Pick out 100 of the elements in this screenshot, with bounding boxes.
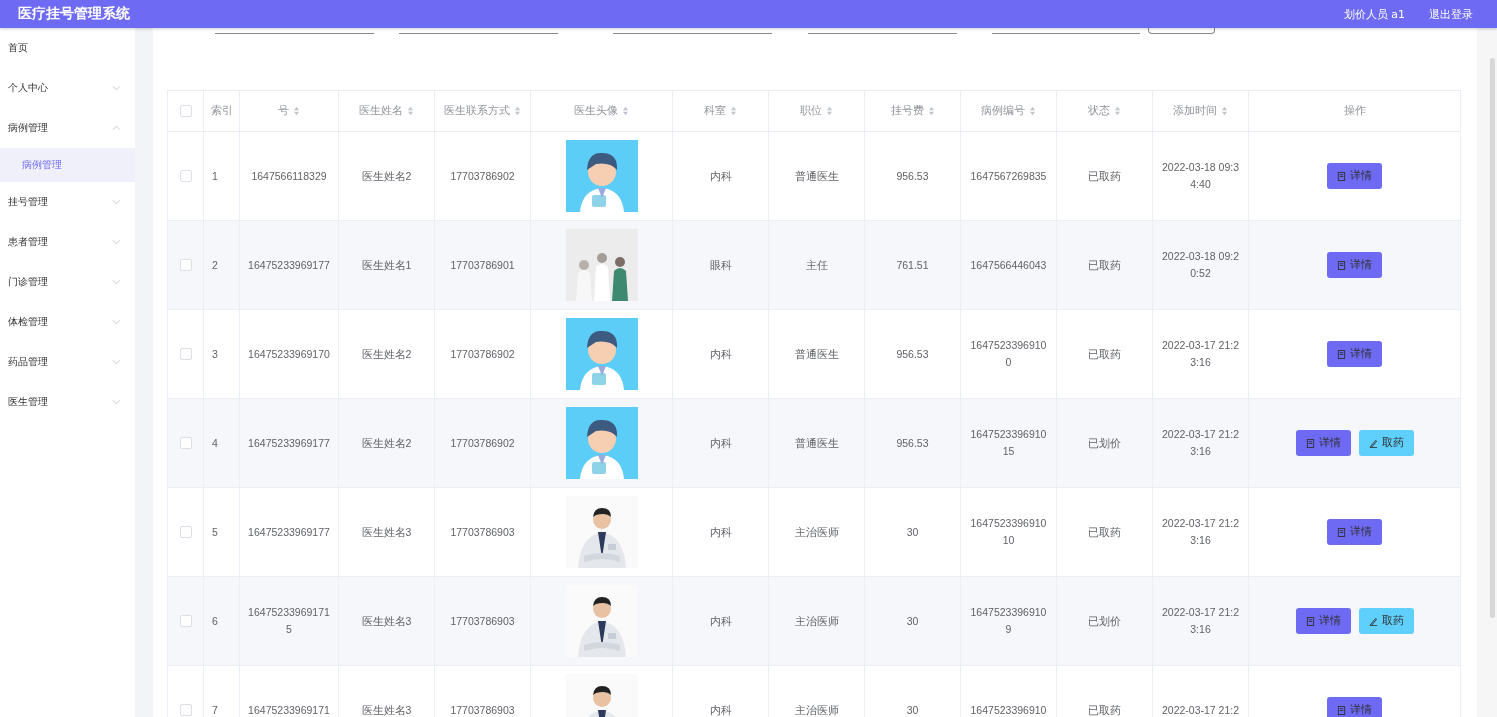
sidebar-item[interactable]: 首页 xyxy=(0,28,135,68)
cell-text: 16475233969171 xyxy=(248,702,330,717)
column-header: 操作 xyxy=(1343,104,1366,118)
checkbox[interactable] xyxy=(179,348,192,360)
column-header[interactable]: 职位 xyxy=(800,104,822,118)
cell-text: 761.51 xyxy=(896,257,929,273)
sort-icon[interactable] xyxy=(1029,106,1036,116)
cell-text: 已划价 xyxy=(1088,613,1121,629)
cell-text: 16475233969100 xyxy=(969,338,1048,370)
cell-text: 已取药 xyxy=(1088,346,1121,362)
cell-text: 956.53 xyxy=(896,346,929,362)
cell-text: 主治医师 xyxy=(794,613,839,629)
cell-text: 164752339691015 xyxy=(969,427,1048,459)
cell-text: 17703786903 xyxy=(450,524,515,540)
cell-text: 17703786903 xyxy=(450,702,515,717)
column-header[interactable]: 号 xyxy=(278,104,289,118)
cell-text: 1647566118329 xyxy=(251,168,327,184)
checkbox[interactable] xyxy=(179,704,192,716)
chevron-down-icon xyxy=(112,359,121,365)
user-label: 划价人员 a1 xyxy=(1343,6,1405,22)
cell-text: 956.53 xyxy=(896,435,929,451)
cell-text: 已取药 xyxy=(1088,702,1121,717)
sort-icon[interactable] xyxy=(1114,106,1121,116)
cell-text: 30 xyxy=(906,524,919,540)
column-header[interactable]: 病例编号 xyxy=(981,104,1025,118)
column-header[interactable]: 科室 xyxy=(704,104,726,118)
detail-button[interactable]: 详情 xyxy=(1327,252,1382,278)
sidebar-item[interactable]: 个人中心 xyxy=(0,68,135,108)
column-header[interactable]: 医生联系方式 xyxy=(444,104,510,118)
sidebar-item[interactable]: 患者管理 xyxy=(0,222,135,262)
detail-button[interactable]: 详情 xyxy=(1295,430,1351,456)
cell-text: 30 xyxy=(906,702,919,717)
cell-text: 956.53 xyxy=(896,168,929,184)
cell-text: 主治医师 xyxy=(794,524,839,540)
cell-text: 眼科 xyxy=(709,257,732,273)
sidebar-item[interactable]: 病例管理 xyxy=(0,108,135,148)
column-header: 索引 xyxy=(210,104,233,118)
sort-icon[interactable] xyxy=(927,106,935,116)
sidebar-subitem[interactable]: 病例管理 xyxy=(0,148,135,182)
cell-text: 17703786902 xyxy=(450,168,515,184)
cell-text: 7 xyxy=(212,702,218,717)
cell-text: 164752339691715 xyxy=(247,605,331,637)
cell-text: 1647567269835 xyxy=(970,168,1047,184)
sidebar-item[interactable]: 挂号管理 xyxy=(0,182,135,222)
checkbox[interactable] xyxy=(179,526,192,538)
cell-text: 2022-03-17 21:23:16 xyxy=(1161,427,1240,459)
search-button[interactable] xyxy=(1148,28,1215,34)
sidebar-item[interactable]: 药品管理 xyxy=(0,342,135,382)
cell-text: 内科 xyxy=(709,346,732,362)
checkbox[interactable] xyxy=(179,170,192,182)
detail-button[interactable]: 详情 xyxy=(1327,697,1382,717)
cell-text: 1647566446043 xyxy=(970,257,1047,273)
sort-icon[interactable] xyxy=(826,106,833,116)
column-header[interactable]: 医生头像 xyxy=(574,104,618,118)
dispense-button[interactable]: 取药 xyxy=(1358,430,1414,456)
app-title: 医疗挂号管理系统 xyxy=(18,5,131,23)
cell-text: 已划价 xyxy=(1088,435,1121,451)
dispense-button[interactable]: 取药 xyxy=(1358,608,1414,634)
chevron-down-icon xyxy=(112,319,121,325)
checkbox[interactable] xyxy=(179,615,192,627)
detail-button[interactable]: 详情 xyxy=(1327,519,1382,545)
cell-text: 17703786902 xyxy=(450,346,515,362)
checkbox[interactable] xyxy=(179,437,192,449)
column-header[interactable]: 医生姓名 xyxy=(359,104,403,118)
detail-button[interactable]: 详情 xyxy=(1327,341,1382,367)
cell-text: 16475233969170 xyxy=(248,346,330,362)
sidebar-item[interactable]: 门诊管理 xyxy=(0,262,135,302)
sort-icon[interactable] xyxy=(1221,106,1228,116)
sort-icon[interactable] xyxy=(730,106,737,116)
detail-button[interactable]: 详情 xyxy=(1327,163,1382,189)
sort-icon[interactable] xyxy=(407,106,414,116)
document-icon xyxy=(1305,616,1315,626)
cell-text: 医生姓名2 xyxy=(361,168,412,184)
detail-button[interactable]: 详情 xyxy=(1295,608,1351,634)
column-header[interactable]: 添加时间 xyxy=(1173,104,1217,118)
sort-icon[interactable] xyxy=(514,106,521,116)
logout-link[interactable]: 退出登录 xyxy=(1429,6,1473,22)
cell-text: 1 xyxy=(212,168,218,184)
cell-text: 内科 xyxy=(709,435,732,451)
cell-text: 已取药 xyxy=(1088,168,1121,184)
cell-text: 2022-03-17 21:23:16 xyxy=(1161,516,1240,548)
column-header[interactable]: 挂号费 xyxy=(890,104,924,118)
document-icon xyxy=(1337,527,1346,537)
document-icon xyxy=(1337,705,1346,715)
sort-icon[interactable] xyxy=(293,106,300,116)
sidebar-item[interactable]: 体检管理 xyxy=(0,302,135,342)
sort-icon[interactable] xyxy=(622,106,629,116)
cell-text: 普通医生 xyxy=(794,168,839,184)
cell-text: 医生姓名3 xyxy=(361,702,412,717)
scrollbar-thumb[interactable] xyxy=(1490,58,1495,618)
column-header[interactable]: 状态 xyxy=(1088,104,1110,118)
checkbox[interactable] xyxy=(179,105,192,117)
chevron-down-icon xyxy=(112,85,121,91)
cell-text: 16475233969177 xyxy=(248,524,330,540)
cell-text: 医生姓名2 xyxy=(361,435,412,451)
cell-text: 医生姓名3 xyxy=(361,613,412,629)
cell-text: 16475233969177 xyxy=(248,435,330,451)
cell-text: 医生姓名1 xyxy=(361,257,412,273)
sidebar-item[interactable]: 医生管理 xyxy=(0,382,135,422)
checkbox[interactable] xyxy=(179,259,192,271)
